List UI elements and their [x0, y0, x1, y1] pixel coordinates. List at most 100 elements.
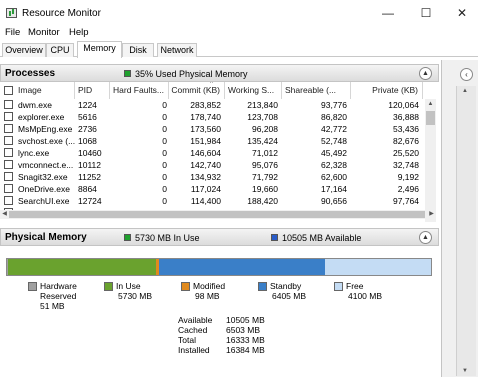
menu-monitor[interactable]: Monitor: [28, 27, 60, 38]
row-checkbox[interactable]: [4, 160, 13, 169]
table-cell: 146,604: [190, 148, 221, 158]
chevron-left-icon: ‹: [465, 70, 468, 79]
stat-value: 6503 MB: [226, 325, 261, 335]
table-cell: 62,328: [321, 160, 347, 170]
table-cell: 173,560: [190, 124, 221, 134]
table-row[interactable]: explorer.exe 5616 0 178,740 123,708 86,820 36,…: [0, 111, 424, 123]
table-cell: 0: [162, 112, 167, 122]
table-row[interactable]: MsMpEng.exe 2736 0 173,560 96,208 42,772 53,43…: [0, 123, 424, 135]
processes-vertical-scrollbar[interactable]: ▲ ▼: [425, 99, 436, 222]
physical-memory-title: Physical Memory: [5, 232, 87, 243]
resource-monitor-icon: [6, 8, 17, 18]
menu-file[interactable]: File: [5, 27, 20, 38]
table-cell: 0: [162, 172, 167, 182]
col-commit[interactable]: Commit (KB): [169, 82, 225, 99]
physical-memory-header[interactable]: Physical Memory 5730 MB In Use 10505 MB …: [0, 228, 439, 246]
table-cell: 19,660: [252, 184, 278, 194]
table-cell: 120,064: [388, 100, 419, 110]
table-row[interactable]: OneDrive.exe 8864 0 117,024 19,660 17,164 2,49…: [0, 183, 424, 195]
table-cell: SearchUI.exe: [18, 196, 70, 206]
menu-bar: File Monitor Help: [0, 26, 478, 41]
stat-label: Cached: [178, 325, 208, 335]
table-cell: vmconnect.e...: [18, 160, 74, 170]
legend-value: 98 MB: [195, 291, 220, 301]
table-cell: 135,424: [247, 136, 278, 146]
processes-collapse-button[interactable]: ▲: [419, 67, 432, 80]
tab-network[interactable]: Network: [157, 43, 197, 57]
row-checkbox[interactable]: [4, 124, 13, 133]
col-pid[interactable]: PID: [75, 82, 110, 99]
table-cell: 1224: [78, 100, 97, 110]
side-panel-scrollbar[interactable]: ▲ ▼: [456, 86, 476, 376]
table-row[interactable]: lync.exe 10460 0 146,604 71,012 45,492 25,520: [0, 147, 424, 159]
menu-help[interactable]: Help: [69, 27, 89, 38]
col-image[interactable]: Image: [15, 82, 75, 99]
maximize-button[interactable]: ☐: [416, 4, 436, 22]
table-cell: 17,164: [321, 184, 347, 194]
table-cell: 95,076: [252, 160, 278, 170]
side-panel-toggle[interactable]: ‹: [460, 68, 473, 81]
table-cell: 10460: [78, 148, 102, 158]
select-all-checkbox[interactable]: [4, 86, 13, 95]
stat-value: 16333 MB: [226, 335, 265, 345]
table-cell: 10112: [78, 160, 102, 170]
tab-overview[interactable]: Overview: [2, 43, 46, 57]
available-text: 10505 MB Available: [282, 233, 362, 243]
minimize-button[interactable]: —: [378, 4, 398, 22]
tab-disk[interactable]: Disk: [122, 43, 154, 57]
table-cell: 52,748: [321, 136, 347, 146]
row-checkbox[interactable]: [4, 100, 13, 109]
row-checkbox[interactable]: [4, 172, 13, 181]
main-pane: Processes 35% Used Physical Memory ▲ ^ I…: [0, 60, 439, 377]
legend-label: In Use: [116, 281, 141, 291]
table-cell: 123,708: [247, 112, 278, 122]
memory-usage-bar: [6, 258, 432, 276]
legend-label: Free: [346, 281, 364, 291]
table-cell: 178,740: [190, 112, 221, 122]
table-row[interactable]: dwm.exe 1224 0 283,852 213,840 93,776 120,064: [0, 99, 424, 111]
stat-value: 10505 MB: [226, 315, 265, 325]
legend-value: 51 MB: [40, 301, 65, 311]
table-row[interactable]: SearchUI.exe 12724 0 114,400 188,420 90,656 97…: [0, 195, 424, 207]
col-hard-faults[interactable]: Hard Faults...: [110, 82, 169, 99]
scroll-right-icon[interactable]: ▶: [427, 210, 436, 219]
scroll-up-icon[interactable]: ▲: [462, 88, 468, 94]
table-cell: svchost.exe (...: [18, 136, 75, 146]
row-checkbox[interactable]: [4, 136, 13, 145]
table-row[interactable]: vmconnect.e... 10112 0 142,740 95,076 62,328 3…: [0, 159, 424, 171]
table-cell: 53,436: [393, 124, 419, 134]
scroll-down-icon[interactable]: ▼: [462, 368, 468, 374]
memory-bar-segment: [8, 259, 156, 275]
table-cell: 71,792: [252, 172, 278, 182]
table-row[interactable]: svchost.exe (... 1068 0 151,984 135,424 52,74…: [0, 135, 424, 147]
close-button[interactable]: ✕: [452, 4, 472, 22]
processes-header[interactable]: Processes 35% Used Physical Memory ▲: [0, 64, 439, 82]
processes-title: Processes: [5, 68, 56, 79]
scroll-up-icon[interactable]: ▲: [425, 99, 436, 110]
physical-memory-collapse-button[interactable]: ▲: [419, 231, 432, 244]
processes-horizontal-scrollbar[interactable]: ◀ ▶: [0, 210, 436, 219]
table-cell: 42,772: [321, 124, 347, 134]
row-checkbox[interactable]: [4, 112, 13, 121]
table-row[interactable]: Snagit32.exe 11252 0 134,932 71,792 62,600 9,1…: [0, 171, 424, 183]
tab-memory[interactable]: Memory: [77, 41, 122, 58]
scroll-left-icon[interactable]: ◀: [0, 210, 9, 219]
table-cell: dwm.exe: [18, 100, 53, 110]
in-use-text: 5730 MB In Use: [135, 233, 200, 243]
memory-bar-segment: [159, 259, 325, 275]
table-cell: 213,840: [247, 100, 278, 110]
row-checkbox[interactable]: [4, 148, 13, 157]
row-checkbox[interactable]: [4, 184, 13, 193]
title-bar: Resource Monitor — ☐ ✕: [0, 0, 478, 26]
col-working-set[interactable]: Working S...: [225, 82, 282, 99]
table-cell: lync.exe: [18, 148, 50, 158]
table-cell: 1068: [78, 136, 97, 146]
row-checkbox[interactable]: [4, 196, 13, 205]
table-cell: 2736: [78, 124, 97, 134]
h-scroll-thumb[interactable]: [9, 211, 425, 218]
scroll-thumb[interactable]: [426, 111, 435, 125]
col-shareable[interactable]: Shareable (...: [282, 82, 351, 99]
legend-label: Hardware Reserved: [40, 281, 77, 301]
col-private[interactable]: Private (KB): [351, 82, 423, 99]
tab-cpu[interactable]: CPU: [46, 43, 74, 57]
